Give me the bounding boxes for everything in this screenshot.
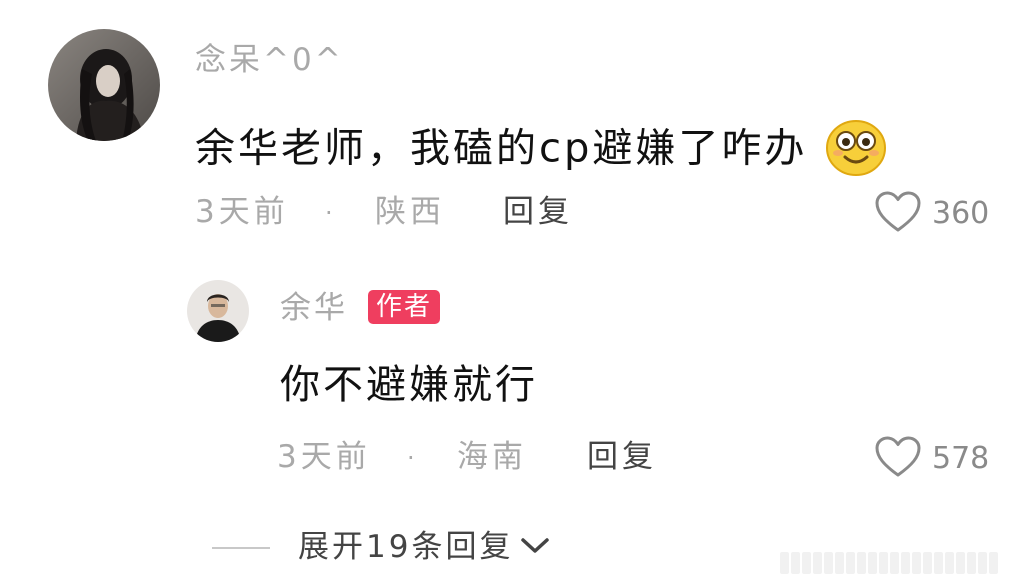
- comment-time: 3天前: [195, 194, 289, 230]
- reply-like-count: 578: [932, 441, 990, 476]
- author-avatar[interactable]: [187, 280, 249, 342]
- meta-separator: ·: [407, 444, 415, 472]
- author-username[interactable]: 余华: [280, 293, 348, 324]
- comment-text: 余华老师，我磕的cp避嫌了咋办: [195, 117, 887, 184]
- reply-like-button[interactable]: 578: [874, 435, 989, 483]
- comment-body: 余华老师，我磕的cp避嫌了咋办: [195, 125, 808, 172]
- comment-like-count: 360: [932, 196, 990, 231]
- comment-like-button[interactable]: 360: [874, 190, 989, 238]
- reply-location: 海南: [457, 439, 527, 475]
- author-badge: 作者: [368, 290, 441, 324]
- smiling-face-emoji-icon: [825, 117, 887, 184]
- reply-time: 3天前: [277, 439, 371, 475]
- commenter-username[interactable]: 念呆^0^: [195, 45, 344, 76]
- commenter-avatar[interactable]: [48, 29, 160, 141]
- reply-reply-button[interactable]: 回复: [587, 442, 657, 473]
- reply-text: 你不避嫌就行: [280, 362, 538, 408]
- meta-separator: ·: [325, 199, 333, 227]
- expand-replies-button[interactable]: 展开19条回复: [212, 532, 551, 563]
- watermark: [780, 552, 998, 574]
- heart-icon: [874, 435, 922, 483]
- reply-meta: 3天前 · 海南 回复: [277, 442, 877, 482]
- chevron-down-icon: [519, 535, 551, 561]
- comment-location: 陕西: [375, 194, 445, 230]
- expand-replies-label: 展开19条回复: [298, 529, 514, 565]
- comment-reply-button[interactable]: 回复: [503, 197, 573, 228]
- expand-divider: [212, 546, 270, 549]
- heart-icon: [874, 190, 922, 238]
- comment-meta: 3天前 · 陕西 回复: [195, 197, 795, 237]
